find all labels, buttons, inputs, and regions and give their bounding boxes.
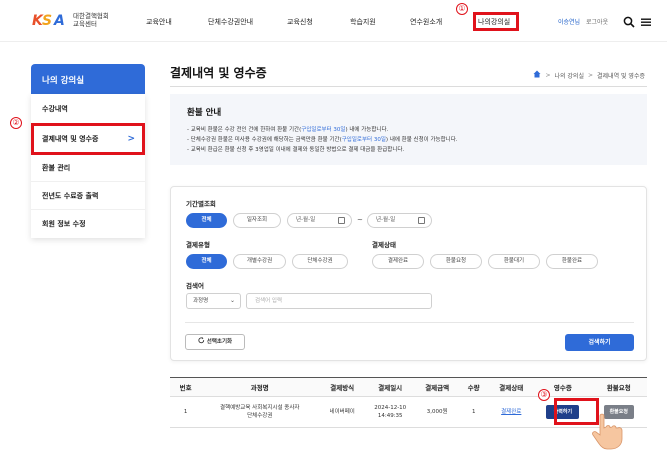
svg-text:S: S [42,13,52,29]
sidebar-title: 나의 강의실 [31,64,145,94]
payment-datetime: 2024-12-10 14:49:35 [366,396,415,428]
sidebar-item-profile[interactable]: 회원 정보 수정 [31,210,145,238]
logo-text-line2: 교육센터 [73,20,97,28]
status-paid-button[interactable]: 결제완료 [372,254,424,269]
annotation-number-3: ③ [538,389,550,401]
menu-icon[interactable] [640,13,652,26]
breadcrumb-item[interactable]: 나의 강의실 [554,71,584,80]
refund-notice-title: 환불 안내 [187,108,222,118]
sidebar-item-label: 수강내역 [42,105,68,113]
sidebar-item-certificate[interactable]: 전년도 수료증 출력 [31,182,145,210]
sidebar-item-refund[interactable]: 환불 관리 [31,154,145,182]
column-header: 번호 [170,377,202,397]
keyword-label: 검색어 [186,282,204,290]
column-header: 환불요청 [590,377,647,397]
column-header: 결제금액 [414,377,461,397]
end-date-input[interactable]: 년-월-일 [367,213,432,228]
payment-status-link[interactable]: 결제완료 [487,396,536,428]
payment-method: 네이버페이 [318,396,367,428]
site-logo[interactable]: K S A 대한결핵협회 교육센터 [32,11,109,29]
period-label: 기간별조회 [186,200,216,208]
sidebar-item-label: 전년도 수료증 출력 [42,192,99,200]
date-placeholder: 년-월-일 [376,217,396,223]
refund-notice: 환불 안내 - 교육비 환불은 수강 전인 건에 한하여 환불 기간(구입일로부… [170,94,647,165]
search-panel: 기간별조회 전체 일자조회 년-월-일 ~ 년-월-일 결제유형 전체 개별수강… [170,186,647,361]
nav-item-institute[interactable]: 연수원소개 [410,17,442,27]
divider [185,322,634,323]
user-area: 이승연님 로그아웃 [558,17,608,26]
paytype-all-button[interactable]: 전체 [186,254,227,269]
breadcrumb-item: 결제내역 및 영수증 [597,72,645,80]
sidebar-item-label: 회원 정보 수정 [42,220,86,228]
keyword-type-value: 과정명 [193,298,209,304]
date-placeholder: 년-월-일 [296,217,316,223]
logo-text: 대한결핵협회 교육센터 [73,12,109,28]
page-title: 결제내역 및 영수증 [170,66,267,80]
highlight-box-nav [473,12,519,31]
status-refund-request-button[interactable]: 환불요청 [430,254,482,269]
status-refund-done-button[interactable]: 환불완료 [546,254,598,269]
period-all-button[interactable]: 전체 [186,213,227,228]
annotation-number-1: ① [456,3,468,15]
paytype-group-button[interactable]: 단체수강권 [292,254,348,269]
logout-link[interactable]: 로그아웃 [586,19,608,26]
column-header: 결제상태 [487,377,536,397]
course-name: 결핵예방교육 사회복지시설 종사자 단체수강권 [201,396,319,428]
sidebar-list: 수강내역 결제내역 및 영수증 > 환불 관리 전년도 수료증 출력 회원 정보 … [31,94,145,238]
status-label: 결제상태 [372,241,396,249]
paytype-individual-button[interactable]: 개별수강권 [233,254,286,269]
breadcrumb-separator: > [587,71,594,79]
nav-item-education-info[interactable]: 교육안내 [146,17,172,27]
quantity: 1 [460,396,488,428]
reset-button[interactable]: 선택초기화 [185,334,245,350]
paytype-label: 결제유형 [186,241,210,249]
logo-text-line1: 대한결핵협회 [73,12,109,20]
status-refund-wait-button[interactable]: 환불대기 [488,254,540,269]
svg-text:A: A [53,13,65,29]
keyword-input[interactable]: 검색어 입력 [246,293,432,309]
annotation-number-2: ② [10,117,22,129]
logo-mark: K S A [32,11,70,29]
refund-notice-line: - 교육비 환급은 환불 신청 후 3영업일 이내에 결제와 동일한 방법으로 … [187,147,405,153]
nav-item-apply[interactable]: 교육신청 [287,17,313,27]
keyword-type-select[interactable]: 과정명 ⌄ [186,293,241,309]
breadcrumb: > 나의 강의실 > 결제내역 및 영수증 [533,70,645,80]
column-header: 결제방식 [318,377,367,397]
refund-notice-line: - 단체수강권 환불은 미사용 수강권에 해당하는 금액만큼 환불 기간(구입일… [187,137,458,143]
chevron-down-icon: ⌄ [229,297,235,304]
user-name: 이승연님 [558,19,581,26]
nav-item-group-ticket[interactable]: 단체수강권안내 [208,17,253,27]
sidebar-item-label: 환불 관리 [42,164,71,172]
date-range-tilde: ~ [357,216,363,224]
payment-amount: 3,000원 [414,396,461,428]
home-icon[interactable] [533,70,541,80]
search-button[interactable]: 검색하기 [565,334,634,351]
start-date-input[interactable]: 년-월-일 [287,213,352,228]
column-header: 과정명 [201,377,319,397]
calendar-icon [418,217,425,224]
calendar-icon [338,217,345,224]
breadcrumb-separator: > [545,71,551,79]
site-header: K S A 대한결핵협회 교육센터 교육안내 단체수강권안내 교육신청 학습지원… [0,0,667,42]
highlight-box-sidebar [31,123,145,155]
refresh-icon [198,337,207,345]
reset-button-label: 선택초기화 [206,339,233,345]
refund-notice-line: - 교육비 환불은 수강 전인 건에 한하여 환불 기간(구입일로부터 30일)… [187,127,389,133]
divider [170,86,647,87]
search-icon[interactable] [623,13,635,28]
column-header: 수량 [460,377,488,397]
nav-item-learning-support[interactable]: 학습지원 [350,17,376,27]
sidebar-item-course-history[interactable]: 수강내역 [31,94,145,124]
pointer-hand-icon [588,410,628,450]
row-number: 1 [170,396,202,428]
table-header-row: 번호 과정명 결제방식 결제일시 결제금액 수량 결제상태 영수증 환불요청 [170,377,647,397]
period-date-button[interactable]: 일자조회 [233,213,281,228]
column-header: 결제일시 [366,377,415,397]
